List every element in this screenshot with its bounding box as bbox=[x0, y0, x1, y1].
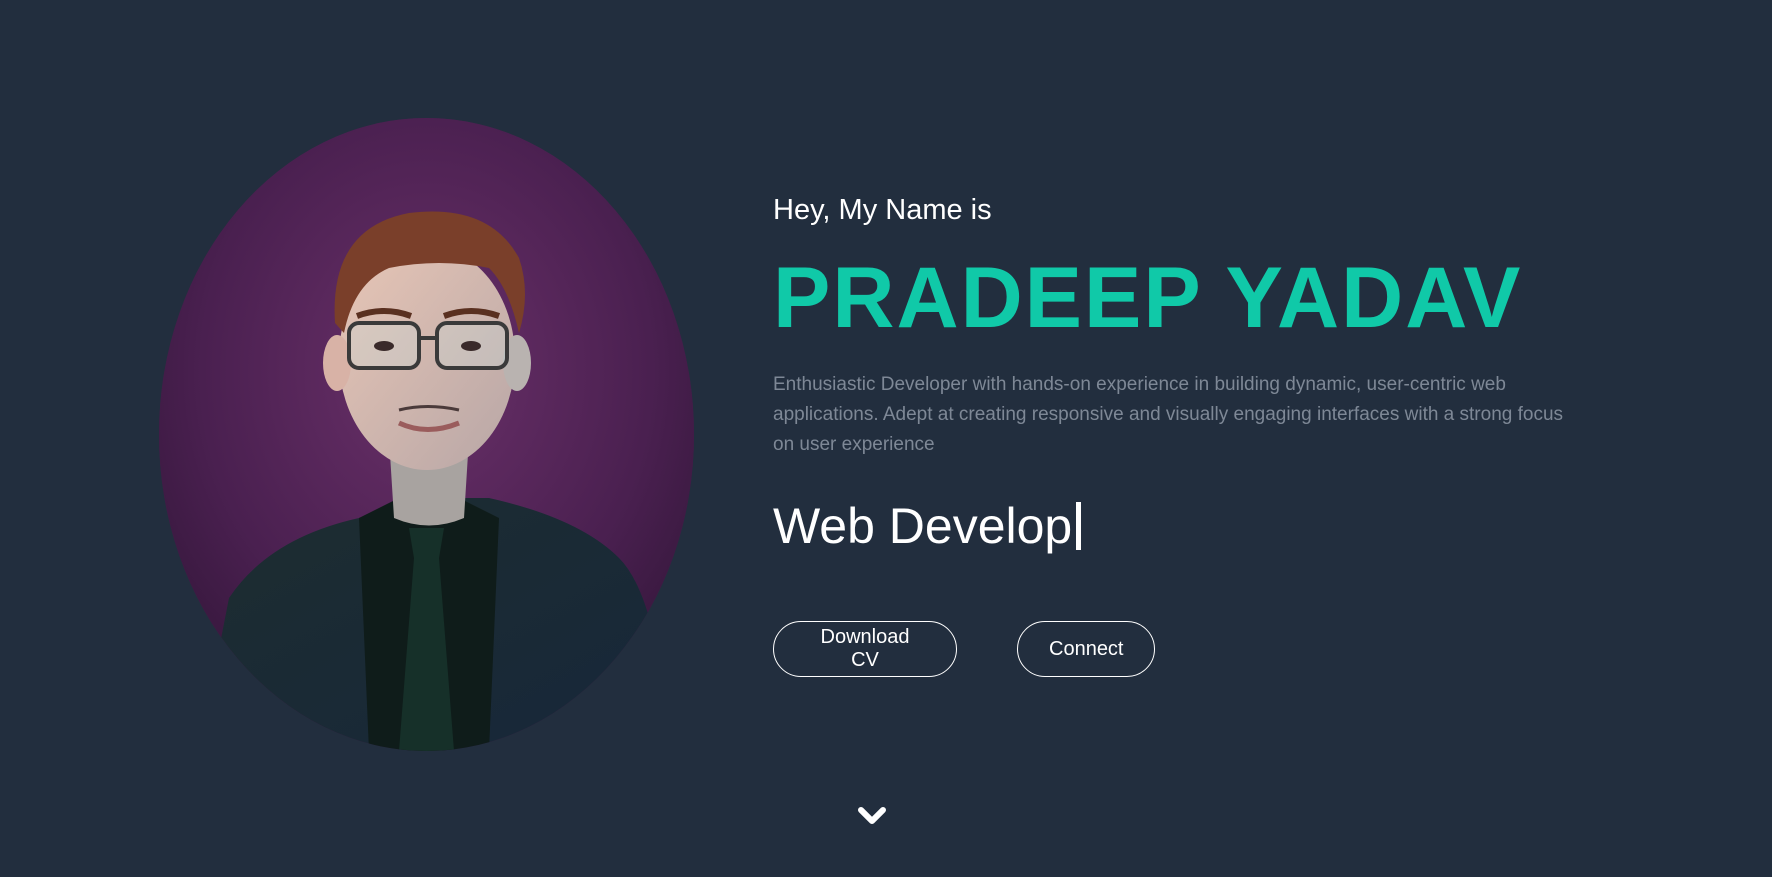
profile-photo-illustration bbox=[159, 118, 694, 751]
intro-content: Hey, My Name is PRADEEP YADAV Enthusiast… bbox=[773, 190, 1593, 556]
hero-actions: Download CV Connect bbox=[773, 621, 1155, 677]
profile-photo bbox=[159, 118, 694, 751]
chevron-down-icon-glyph bbox=[858, 807, 886, 824]
typing-cursor bbox=[1076, 502, 1082, 550]
greeting-text: Hey, My Name is bbox=[773, 194, 992, 226]
typed-role: Web Develop bbox=[773, 496, 1593, 556]
connect-button[interactable]: Connect bbox=[1017, 621, 1155, 677]
typed-role-text: Web Develop bbox=[773, 498, 1073, 554]
chevron-down-icon[interactable] bbox=[857, 804, 887, 828]
hero-section: Hey, My Name is PRADEEP YADAV Enthusiast… bbox=[0, 0, 1772, 877]
bio-text: Enthusiastic Developer with hands-on exp… bbox=[773, 374, 1564, 455]
name-heading: PRADEEP YADAV bbox=[773, 250, 1523, 346]
download-cv-button[interactable]: Download CV bbox=[773, 621, 957, 677]
